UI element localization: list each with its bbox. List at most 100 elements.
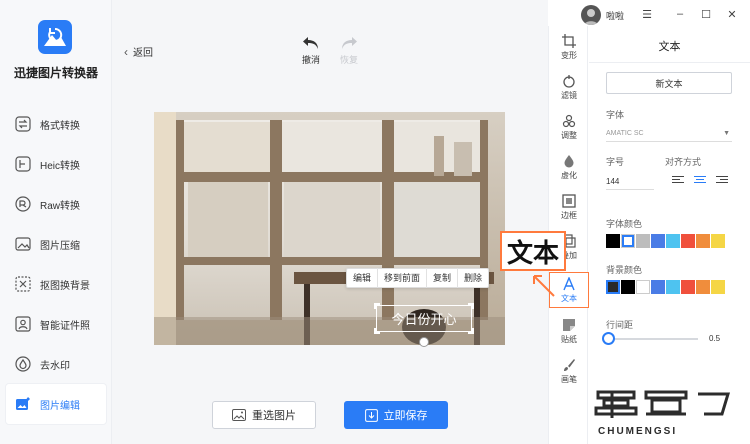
- font-color-swatch-4[interactable]: [666, 234, 680, 248]
- resize-handle-tl[interactable]: [374, 303, 380, 309]
- sidebar-item-label: 智能证件照: [40, 320, 90, 332]
- font-color-swatch-1[interactable]: [621, 234, 635, 248]
- bg-color-swatch-0[interactable]: [606, 280, 620, 294]
- maximize-icon[interactable]: ☐: [698, 6, 714, 22]
- font-size-label: 字号: [606, 157, 625, 167]
- resize-handle-bl[interactable]: [374, 328, 380, 334]
- line-spacing-knob[interactable]: [602, 332, 615, 345]
- sidebar-item-format-convert[interactable]: 格式转换: [6, 104, 106, 144]
- adjust-icon: [562, 114, 576, 128]
- tool-adjust[interactable]: 调整: [549, 114, 589, 141]
- font-select[interactable]: AMATIC SC ▼: [606, 126, 732, 142]
- tool-border[interactable]: 边框: [549, 194, 589, 221]
- sidebar-item-cutout[interactable]: 抠图换背景: [6, 264, 106, 304]
- text-layer-content: 今日份开心: [391, 312, 457, 327]
- resize-handle-tr[interactable]: [468, 303, 474, 309]
- font-color-swatch-6[interactable]: [696, 234, 710, 248]
- tool-label: 变形: [561, 51, 577, 60]
- minimize-icon[interactable]: –: [672, 6, 688, 22]
- app-logo: [38, 20, 72, 54]
- font-select-value: AMATIC SC: [606, 130, 644, 137]
- font-color-swatch-0[interactable]: [606, 234, 620, 248]
- bg-color-label: 背景颜色: [606, 265, 643, 275]
- raw-icon: [14, 195, 32, 213]
- tool-filter[interactable]: 滤镜: [549, 74, 589, 101]
- sidebar-item-heic-convert[interactable]: Heic转换: [6, 144, 106, 184]
- redo-icon: [342, 37, 357, 49]
- tool-label: 文本: [561, 294, 577, 303]
- sidebar-item-label: 格式转换: [40, 120, 80, 132]
- panel-divider: [589, 62, 750, 63]
- reselect-image-button[interactable]: 重选图片: [212, 401, 316, 429]
- convert-icon: [14, 115, 32, 133]
- font-color-swatches: [606, 234, 726, 248]
- align-center-icon[interactable]: [694, 176, 706, 186]
- sticker-icon: [563, 319, 575, 331]
- bg-color-swatch-2[interactable]: [636, 280, 650, 294]
- bg-color-swatch-7[interactable]: [711, 280, 725, 294]
- save-now-button[interactable]: 立即保存: [344, 401, 448, 429]
- annotation-callout: 文本: [500, 231, 566, 271]
- sidebar-item-label: 抠图换背景: [40, 280, 90, 292]
- bg-color-swatch-3[interactable]: [651, 280, 665, 294]
- resize-handle-br[interactable]: [468, 328, 474, 334]
- font-color-swatch-7[interactable]: [711, 234, 725, 248]
- undo-label: 撤消: [301, 55, 320, 65]
- tool-label: 滤镜: [561, 91, 577, 100]
- bg-color-swatch-1[interactable]: [621, 280, 635, 294]
- sidebar-item-id-photo[interactable]: 智能证件照: [6, 304, 106, 344]
- line-spacing-track[interactable]: [606, 338, 698, 340]
- font-color-swatch-2[interactable]: [636, 234, 650, 248]
- bg-color-swatch-6[interactable]: [696, 280, 710, 294]
- save-icon: [364, 408, 378, 422]
- redo-button[interactable]: 恢复: [336, 36, 362, 66]
- text-layer[interactable]: 今日份开心: [374, 303, 474, 334]
- ctx-copy[interactable]: 复制: [427, 268, 459, 288]
- droplet-icon: [564, 155, 574, 168]
- user-name: 啦啦: [606, 11, 625, 21]
- tool-blur[interactable]: 虚化: [549, 154, 589, 181]
- panel-title: 文本: [658, 41, 681, 53]
- undo-button[interactable]: 撤消: [298, 36, 324, 66]
- reselect-label: 重选图片: [252, 410, 296, 422]
- avatar[interactable]: [581, 5, 601, 25]
- sidebar-nav: 格式转换 Heic转换 Raw转换 图片压缩 抠图换背景 智能证件照 去水印 图…: [6, 104, 106, 424]
- ctx-delete[interactable]: 删除: [458, 268, 488, 288]
- tool-label: 边框: [561, 211, 577, 220]
- sidebar-item-image-edit[interactable]: 图片编辑: [6, 384, 106, 424]
- back-label: 返回: [133, 48, 153, 59]
- editor-main: ‹ 返回 撤消 恢复 编辑 移到前面 复制 删除 今日份开心 重选图片 立即保存: [112, 0, 548, 444]
- bg-color-swatch-5[interactable]: [681, 280, 695, 294]
- text-a-icon: [563, 277, 575, 291]
- heic-icon: [14, 155, 32, 173]
- tool-transform[interactable]: 变形: [549, 34, 589, 61]
- font-color-swatch-5[interactable]: [681, 234, 695, 248]
- sidebar-item-raw-convert[interactable]: Raw转换: [6, 184, 106, 224]
- font-label: 字体: [606, 110, 625, 120]
- menu-icon[interactable]: ☰: [639, 6, 655, 22]
- sidebar-item-label: 去水印: [40, 360, 70, 372]
- image-compress-icon: [14, 235, 32, 253]
- image-icon: [232, 409, 246, 421]
- ctx-bring-front[interactable]: 移到前面: [378, 268, 428, 288]
- ctx-edit[interactable]: 编辑: [347, 268, 379, 288]
- chevron-down-icon: ▼: [723, 130, 730, 137]
- chevron-left-icon: ‹: [124, 44, 128, 59]
- align-left-icon[interactable]: [672, 176, 684, 186]
- rotate-handle[interactable]: [419, 337, 429, 347]
- id-photo-icon: [14, 315, 32, 333]
- font-color-swatch-3[interactable]: [651, 234, 665, 248]
- tool-brush[interactable]: 画笔: [549, 358, 589, 385]
- sidebar-item-compress[interactable]: 图片压缩: [6, 224, 106, 264]
- app-window: 迅捷图片转换器 格式转换 Heic转换 Raw转换 图片压缩 抠图换背景 智能证…: [0, 0, 750, 444]
- sidebar-item-watermark-remove[interactable]: 去水印: [6, 344, 106, 384]
- tool-sticker[interactable]: 贴纸: [549, 318, 589, 345]
- font-size-input[interactable]: 144: [606, 174, 654, 190]
- new-text-button[interactable]: 新文本: [606, 72, 732, 94]
- align-right-icon[interactable]: [716, 176, 728, 186]
- back-button[interactable]: ‹ 返回: [124, 44, 153, 60]
- close-icon[interactable]: ✕: [724, 6, 740, 22]
- crop-icon: [562, 34, 576, 48]
- bg-color-swatch-4[interactable]: [666, 280, 680, 294]
- cutout-icon: [14, 275, 32, 293]
